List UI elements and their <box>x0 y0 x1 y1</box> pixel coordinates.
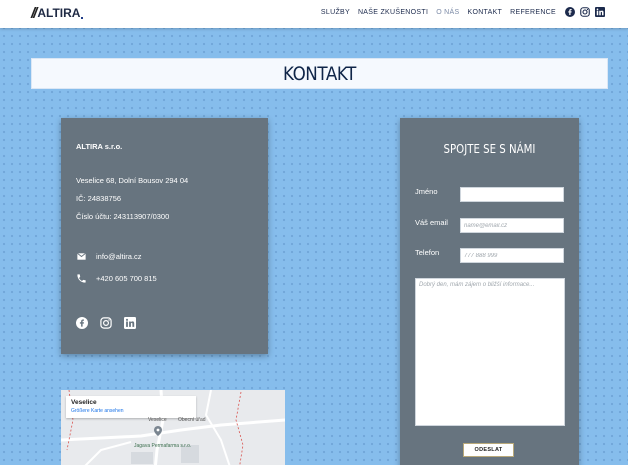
email-label: Váš email <box>415 218 448 227</box>
nav-item-nase-zkusenosti[interactable]: Naše zkušenosti <box>358 9 428 16</box>
phone-row[interactable]: +420 605 700 815 <box>76 273 157 284</box>
email-link[interactable]: info@altira.cz <box>96 252 142 261</box>
email-row[interactable]: info@altira.cz <box>76 251 142 262</box>
envelope-icon <box>77 252 86 260</box>
nav-item-sluzby[interactable]: Služby <box>321 9 350 16</box>
company-info-card: ALTIRA s.r.o. Veselice 68, Dolní Bousov … <box>61 118 268 354</box>
map-label-office: Obecní úřad <box>178 417 206 423</box>
phone-number[interactable]: +420 605 700 815 <box>96 274 157 283</box>
email-field[interactable] <box>460 218 564 233</box>
linkedin-icon[interactable] <box>124 317 136 329</box>
card-social-links <box>76 317 136 329</box>
company-address: Veselice 68, Dolní Bousov 294 04 <box>76 176 189 185</box>
linkedin-icon[interactable] <box>595 7 605 17</box>
larger-map-link[interactable]: Größere Karte ansehen <box>71 408 191 414</box>
location-map[interactable]: Veselice Größere Karte ansehen Veselice … <box>61 390 285 465</box>
company-account: Číslo účtu: 243113907/0300 <box>76 212 170 221</box>
logo-dot <box>81 16 84 19</box>
site-header: // ALTIRA Služby Naše zkušenosti O nás K… <box>0 0 628 28</box>
map-info-card: Veselice Größere Karte ansehen <box>66 396 196 418</box>
map-label-farm: Jagava Permafarma s.r.o. <box>134 443 192 449</box>
instagram-icon[interactable] <box>580 7 590 17</box>
header-social-links <box>565 7 605 17</box>
nav-item-kontakt[interactable]: Kontakt <box>467 9 502 16</box>
submit-button[interactable]: ODESLAT <box>463 443 514 457</box>
logo-text: ALTIRA <box>37 6 81 20</box>
page-title: KONTAKT <box>283 62 356 85</box>
phone-icon <box>77 274 86 283</box>
contact-form-card: SPOJTE SE S NÁMI Jméno Váš email Telefon… <box>400 118 579 465</box>
company-ico: IČ: 24838756 <box>76 194 122 203</box>
facebook-icon[interactable] <box>76 317 88 329</box>
nav-item-reference[interactable]: Reference <box>510 9 556 16</box>
page-title-bar: KONTAKT <box>31 58 608 89</box>
name-label: Jméno <box>415 187 438 196</box>
phone-field[interactable] <box>460 248 564 263</box>
company-name: ALTIRA s.r.o. <box>76 142 123 151</box>
main-nav: Služby Naše zkušenosti O nás Kontakt Ref… <box>321 9 556 16</box>
altira-logo[interactable]: // ALTIRA <box>31 4 84 22</box>
form-title: SPOJTE SE S NÁMI <box>443 142 536 156</box>
map-place-name: Veselice <box>71 399 97 406</box>
phone-label: Telefon <box>415 248 440 257</box>
instagram-icon[interactable] <box>100 317 112 329</box>
map-label-veselice: Veselice <box>148 417 167 423</box>
name-field[interactable] <box>460 187 564 202</box>
logo-slash-mark: // <box>31 4 38 22</box>
message-field[interactable] <box>415 278 565 426</box>
facebook-icon[interactable] <box>565 7 575 17</box>
map-pin-icon[interactable] <box>154 426 162 436</box>
nav-item-o-nas[interactable]: O nás <box>436 9 459 16</box>
